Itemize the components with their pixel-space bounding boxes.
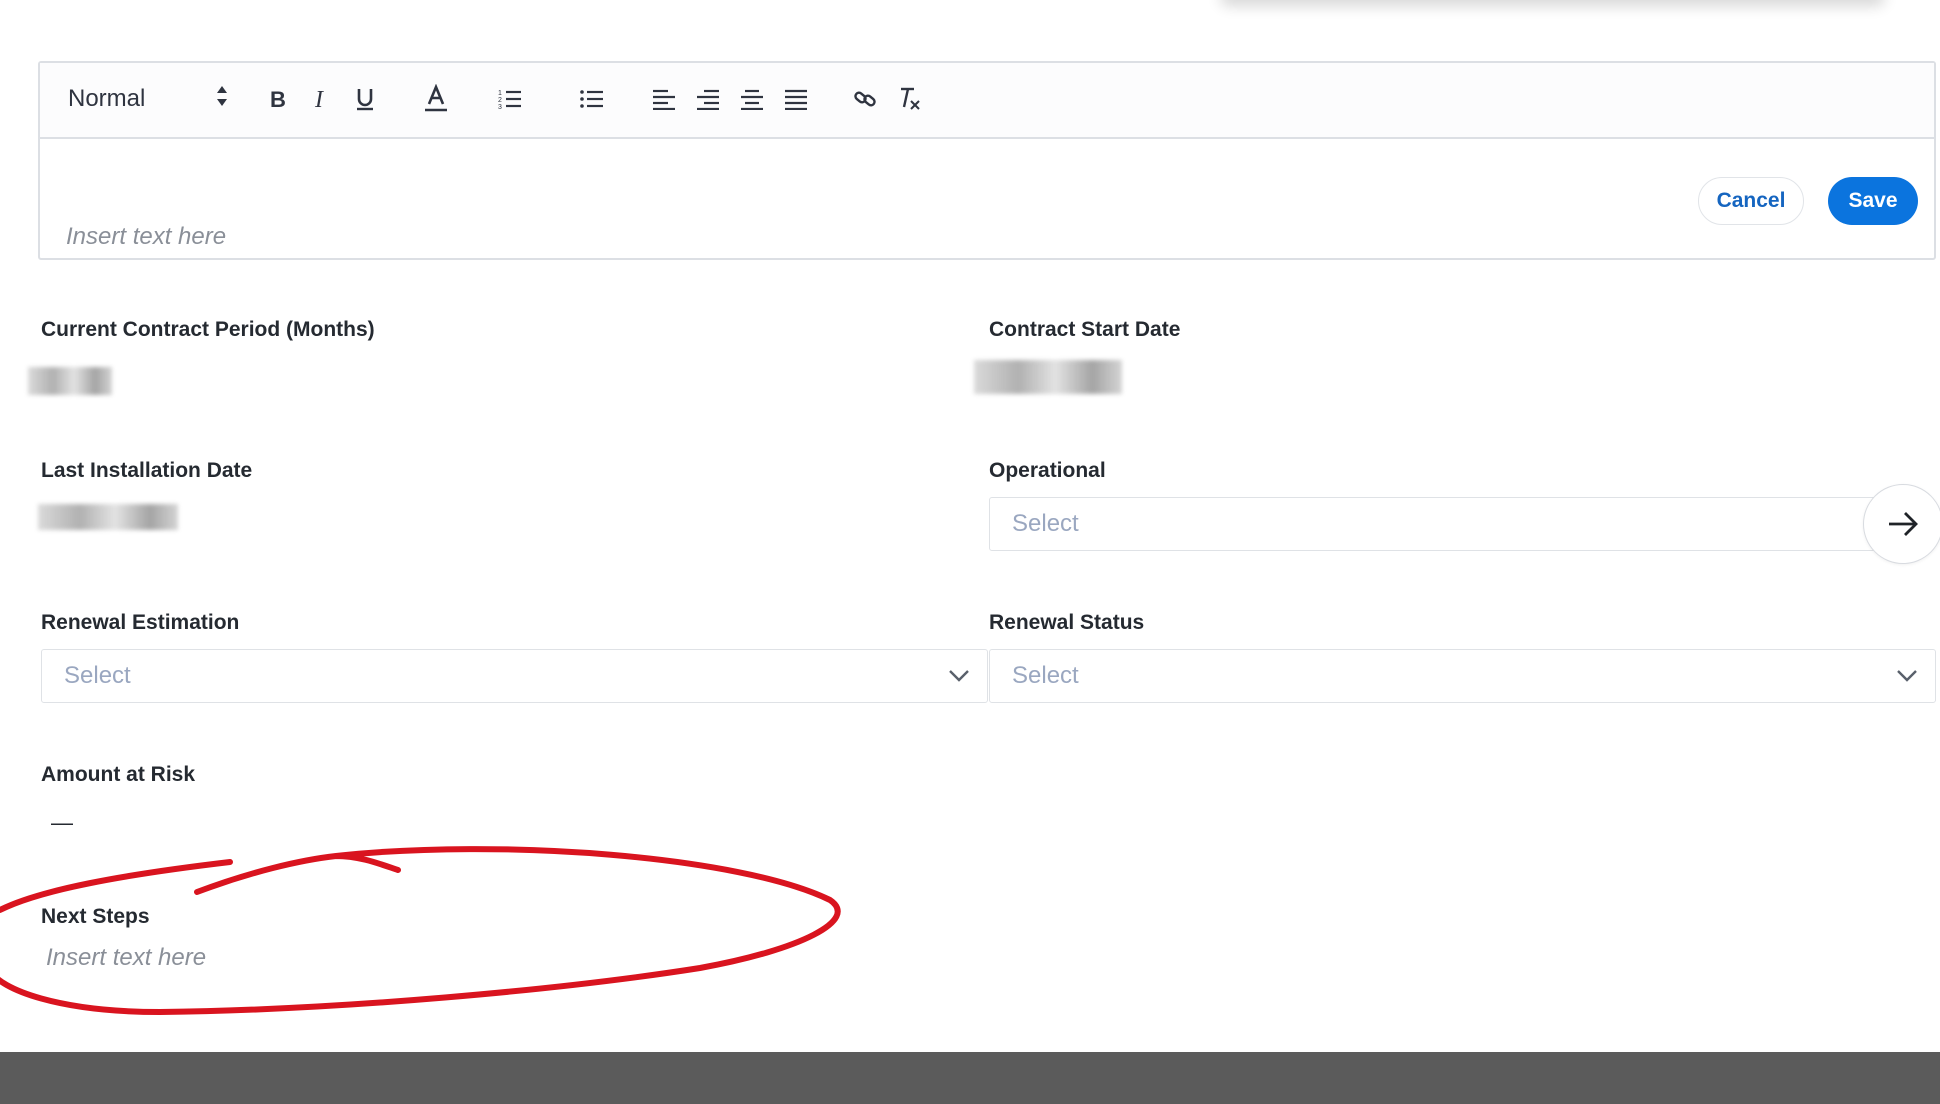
renewal-estimation-select[interactable]: Select xyxy=(41,649,988,703)
svg-text:I: I xyxy=(314,88,324,110)
chevron-down-icon xyxy=(949,670,969,682)
ordered-list-icon[interactable]: 1 2 3 xyxy=(494,81,526,117)
amount-at-risk-label: Amount at Risk xyxy=(41,763,196,786)
amount-at-risk-value: — xyxy=(51,810,73,835)
next-arrow-button[interactable] xyxy=(1863,484,1940,564)
current-contract-period-value-redacted xyxy=(28,367,112,395)
operational-select[interactable]: Select xyxy=(989,497,1899,551)
text-format-value: Normal xyxy=(68,85,146,112)
align-center-icon[interactable] xyxy=(736,81,768,117)
cancel-button[interactable]: Cancel xyxy=(1698,177,1804,225)
renewal-status-select[interactable]: Select xyxy=(989,649,1936,703)
editor-text-area[interactable]: Insert text here xyxy=(40,139,1934,258)
link-icon[interactable] xyxy=(849,81,881,117)
bottom-bar xyxy=(0,1052,1940,1104)
svg-text:3: 3 xyxy=(498,104,502,110)
align-justify-icon[interactable] xyxy=(780,81,812,117)
bold-icon[interactable]: B xyxy=(262,81,292,117)
arrow-right-icon xyxy=(1889,512,1918,536)
align-right-icon[interactable] xyxy=(692,81,724,117)
svg-text:B: B xyxy=(270,88,286,110)
operational-placeholder: Select xyxy=(1012,510,1079,537)
chevron-down-icon xyxy=(1897,670,1917,682)
last-installation-date-value-redacted xyxy=(38,504,178,530)
svg-text:2: 2 xyxy=(498,97,502,104)
updown-arrows-icon xyxy=(216,85,228,114)
operational-label: Operational xyxy=(989,459,1106,482)
underline-icon[interactable] xyxy=(349,81,381,117)
renewal-estimation-label: Renewal Estimation xyxy=(41,611,240,634)
next-steps-input[interactable]: Insert text here xyxy=(41,940,641,980)
next-steps-placeholder: Insert text here xyxy=(46,944,207,971)
current-contract-period-label: Current Contract Period (Months) xyxy=(41,318,375,341)
save-button[interactable]: Save xyxy=(1828,177,1918,225)
next-steps-label: Next Steps xyxy=(41,905,150,928)
svg-text:1: 1 xyxy=(498,90,502,97)
text-color-icon[interactable] xyxy=(420,81,452,117)
renewal-estimation-placeholder: Select xyxy=(64,662,131,689)
contract-start-date-value-redacted xyxy=(974,360,1122,394)
editor-toolbar: Normal B I 1 2 3 xyxy=(40,63,1934,139)
clear-format-icon[interactable] xyxy=(893,81,925,117)
align-left-icon[interactable] xyxy=(648,81,680,117)
italic-icon[interactable]: I xyxy=(306,81,336,117)
text-format-select[interactable]: Normal xyxy=(68,79,228,119)
renewal-status-label: Renewal Status xyxy=(989,611,1145,634)
rich-text-editor: Normal B I 1 2 3 Insert text here Cancel… xyxy=(38,61,1936,260)
editor-placeholder: Insert text here xyxy=(66,223,227,250)
renewal-status-placeholder: Select xyxy=(1012,662,1079,689)
bullet-list-icon[interactable] xyxy=(576,81,608,117)
contract-start-date-label: Contract Start Date xyxy=(989,318,1181,341)
last-installation-date-label: Last Installation Date xyxy=(41,459,253,482)
